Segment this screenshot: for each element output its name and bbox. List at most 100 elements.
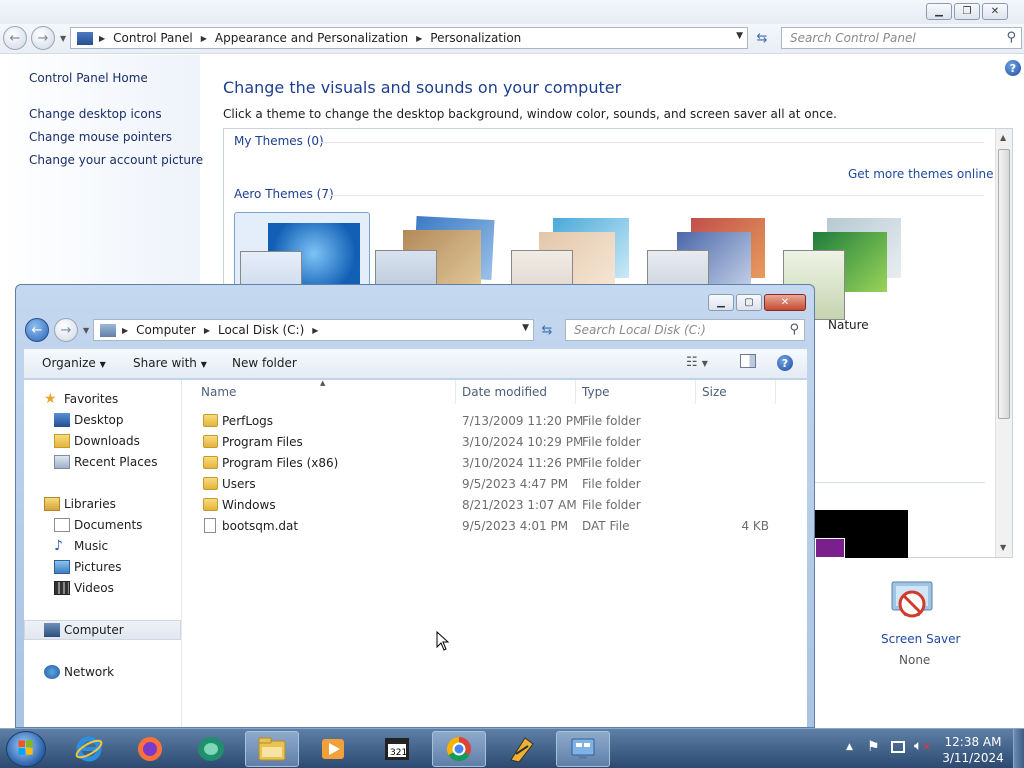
nav-downloads[interactable]: Downloads: [24, 431, 181, 451]
close-button[interactable]: ✕: [982, 3, 1008, 20]
minimize-button[interactable]: ▁: [926, 3, 952, 20]
theme-architecture[interactable]: [375, 214, 511, 320]
group-divider: [320, 142, 984, 143]
back-button[interactable]: ←: [3, 26, 27, 50]
link-control-panel-home[interactable]: Control Panel Home: [29, 71, 148, 85]
taskbar-internet-explorer[interactable]: [62, 731, 116, 767]
column-date-modified[interactable]: Date modified: [456, 380, 576, 404]
help-icon[interactable]: ?: [777, 355, 793, 371]
nav-favorites[interactable]: ★ Favorites: [24, 389, 181, 409]
search-icon[interactable]: ⚲: [789, 322, 799, 337]
volume-muted-icon[interactable]: 🔈︎✕: [914, 738, 931, 754]
file-row[interactable]: Windows 8/21/2023 1:07 AM File folder: [183, 495, 807, 516]
link-change-account-picture[interactable]: Change your account picture: [29, 153, 203, 167]
share-with-menu[interactable]: Share with ▼: [133, 356, 207, 370]
nav-network[interactable]: Network: [24, 662, 181, 682]
recent-pages-chevron-icon[interactable]: ▼: [60, 34, 66, 43]
svg-text:321: 321: [390, 748, 407, 758]
restore-button[interactable]: ❐: [954, 3, 980, 20]
start-button[interactable]: [6, 731, 46, 767]
screen-saver-link[interactable]: Screen Saver: [881, 632, 960, 646]
refresh-button[interactable]: ⇆: [751, 27, 773, 49]
breadcrumb-control-panel[interactable]: Control Panel: [113, 31, 193, 45]
file-row[interactable]: Program Files (x86) 3/10/2024 11:26 PM F…: [183, 453, 807, 474]
nav-documents[interactable]: Documents: [24, 515, 181, 535]
taskbar-file-explorer[interactable]: [245, 731, 299, 767]
back-button[interactable]: ←: [25, 318, 49, 342]
nav-music[interactable]: ♪ Music: [24, 536, 181, 556]
taskbar-media-player-classic[interactable]: 321: [370, 731, 424, 767]
theme-label-nature[interactable]: Nature: [828, 318, 869, 332]
file-type: DAT File: [582, 519, 630, 533]
link-change-mouse-pointers[interactable]: Change mouse pointers: [29, 130, 172, 144]
network-icon[interactable]: [891, 741, 905, 753]
show-hidden-icons-icon[interactable]: ▲: [846, 742, 853, 752]
forward-button[interactable]: →: [54, 318, 78, 342]
get-more-themes-link[interactable]: Get more themes online: [848, 167, 994, 181]
scroll-down-icon[interactable]: ▼: [1000, 543, 1006, 552]
column-size[interactable]: Size: [696, 380, 776, 404]
firefox-icon: [138, 737, 162, 761]
help-icon[interactable]: ?: [1005, 60, 1021, 76]
maximize-button[interactable]: ▢: [736, 294, 762, 311]
preview-pane-icon[interactable]: [740, 354, 756, 368]
action-center-flag-icon[interactable]: ⚑: [867, 739, 880, 755]
breadcrumb-appearance[interactable]: Appearance and Personalization: [215, 31, 408, 45]
show-desktop-button[interactable]: [1013, 729, 1024, 768]
nav-desktop[interactable]: Desktop: [24, 410, 181, 430]
pictures-icon: [54, 560, 70, 574]
control-panel-search-input[interactable]: Search Control Panel ⚲: [781, 27, 1022, 49]
themes-scrollbar[interactable]: ▲ ▼: [995, 129, 1012, 557]
refresh-button[interactable]: ⇆: [536, 319, 558, 341]
theme-nature[interactable]: [783, 214, 919, 320]
nav-computer[interactable]: Computer: [24, 620, 181, 640]
file-name: Windows: [222, 498, 276, 512]
nav-libraries[interactable]: Libraries: [24, 494, 181, 514]
taskbar-remote-desktop[interactable]: [556, 731, 610, 767]
file-row[interactable]: bootsqm.dat 9/5/2023 4:01 PM DAT File 4 …: [183, 516, 807, 537]
taskbar-media-player[interactable]: [306, 731, 360, 767]
address-dropdown-icon[interactable]: ▼: [522, 323, 529, 333]
breadcrumb-computer[interactable]: Computer: [136, 323, 196, 337]
nav-label: Favorites: [64, 392, 119, 406]
file-row[interactable]: Users 9/5/2023 4:47 PM File folder: [183, 474, 807, 495]
change-view-icon[interactable]: ☷ ▼: [686, 355, 708, 370]
my-themes-header[interactable]: My Themes (0): [234, 134, 324, 148]
breadcrumb-personalization[interactable]: Personalization: [430, 31, 521, 45]
close-button[interactable]: ✕: [764, 294, 806, 311]
screen-saver-icon[interactable]: [888, 580, 936, 624]
link-change-desktop-icons[interactable]: Change desktop icons: [29, 107, 162, 121]
theme-characters[interactable]: [511, 214, 647, 320]
nav-videos[interactable]: Videos: [24, 578, 181, 598]
forward-button[interactable]: →: [31, 26, 55, 50]
organize-menu[interactable]: Organize ▼: [42, 356, 106, 370]
theme-landscapes[interactable]: [647, 214, 783, 320]
control-panel-address-bar[interactable]: ▶ Control Panel ▶ Appearance and Persona…: [70, 27, 748, 49]
taskbar-firefox[interactable]: [123, 731, 177, 767]
taskbar-clock[interactable]: 12:38 AM 3/11/2024: [940, 734, 1006, 766]
aero-themes-header[interactable]: Aero Themes (7): [234, 187, 334, 201]
theme-windows-7[interactable]: [234, 212, 370, 321]
explorer-search-input[interactable]: Search Local Disk (C:) ⚲: [565, 319, 805, 341]
address-dropdown-icon[interactable]: ▼: [736, 31, 743, 41]
explorer-address-bar[interactable]: ▶ Computer ▶ Local Disk (C:) ▶ ▼: [93, 319, 534, 341]
explorer-caption-buttons: ▁ ▢ ✕: [708, 294, 806, 311]
taskbar-app[interactable]: [184, 731, 238, 767]
documents-icon: [54, 518, 70, 532]
search-icon[interactable]: ⚲: [1006, 30, 1016, 45]
scroll-up-icon[interactable]: ▲: [1000, 133, 1006, 142]
file-row[interactable]: Program Files 3/10/2024 10:29 PM File fo…: [183, 432, 807, 453]
minimize-button[interactable]: ▁: [708, 294, 734, 311]
new-folder-button[interactable]: New folder: [232, 356, 297, 370]
file-type: File folder: [582, 456, 641, 470]
taskbar-chrome[interactable]: [432, 731, 486, 767]
breadcrumb-local-disk[interactable]: Local Disk (C:): [218, 323, 304, 337]
restore-icon: ❐: [962, 6, 972, 17]
nav-recent-places[interactable]: Recent Places: [24, 452, 181, 472]
nav-pictures[interactable]: Pictures: [24, 557, 181, 577]
taskbar-app[interactable]: [495, 731, 549, 767]
column-type[interactable]: Type: [576, 380, 696, 404]
recent-pages-chevron-icon[interactable]: ▼: [83, 326, 89, 335]
file-row[interactable]: PerfLogs 7/13/2009 11:20 PM File folder: [183, 411, 807, 432]
scrollbar-thumb[interactable]: [998, 149, 1010, 419]
